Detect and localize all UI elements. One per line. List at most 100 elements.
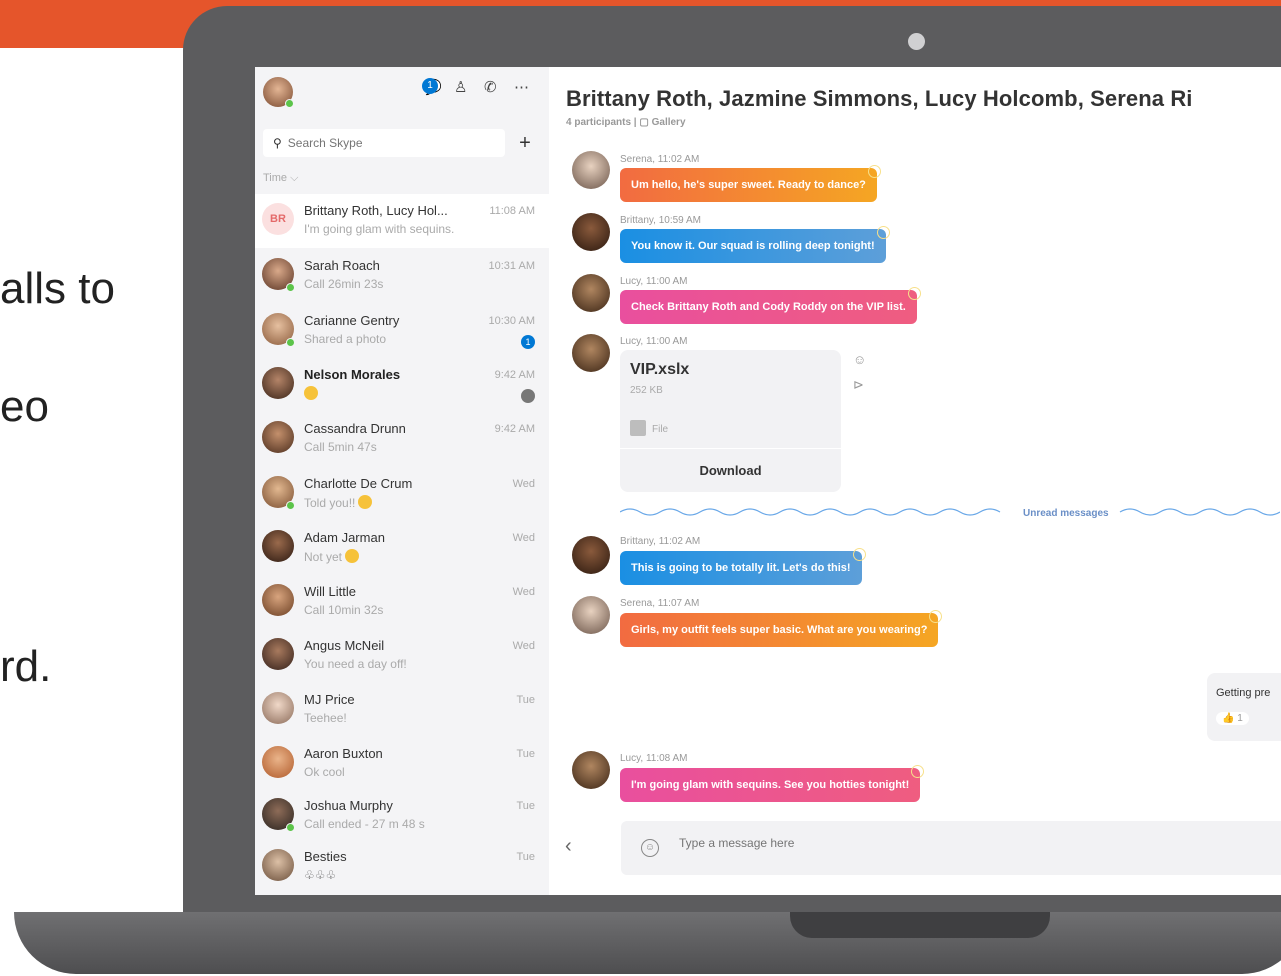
conversation-name: MJ Price — [304, 692, 355, 707]
message-meta: Serena, 11:07 AM — [620, 598, 700, 609]
message-bubble[interactable]: I'm going glam with sequins. See you hot… — [620, 765, 925, 802]
conversation-item[interactable]: MJ Price Teehee! Tue — [255, 683, 549, 737]
back-chevron-icon[interactable]: ‹ — [565, 835, 572, 858]
chat-participants[interactable]: 4 participants | ▢ Gallery — [566, 117, 686, 128]
skype-window: 💬 1 ♙ ✆ ⋯ ⚲ + Time ⌵ BR Brittany Roth, L… — [255, 67, 1281, 895]
react-emoji-icon[interactable]: ☺ — [853, 352, 866, 367]
conversation-time: Wed — [512, 478, 535, 490]
conversation-item[interactable]: Aaron Buxton Ok cool Tue — [255, 737, 549, 791]
message-text: Check Brittany Roth and Cody Roddy on th… — [631, 301, 906, 313]
message-meta: Lucy, 11:08 AM — [620, 753, 688, 764]
conversation-time: 9:42 AM — [494, 423, 535, 435]
laptop-base — [14, 912, 1281, 974]
conversation-time: Wed — [512, 586, 535, 598]
more-icon[interactable]: ⋯ — [514, 79, 529, 97]
sender-avatar — [572, 751, 610, 789]
conversation-item[interactable]: Angus McNeil You need a day off! Wed — [255, 629, 549, 683]
read-receipt-icon — [911, 765, 925, 778]
conversation-item[interactable]: Cassandra Drunn Call 5min 47s 9:42 AM — [255, 412, 549, 466]
contacts-icon[interactable]: ♙ — [454, 79, 467, 97]
conversation-item[interactable]: Adam Jarman Not yet Wed — [255, 521, 549, 575]
sort-dropdown[interactable]: Time ⌵ — [263, 172, 298, 185]
message-meta: Serena, 11:02 AM — [620, 154, 700, 165]
avatar — [262, 530, 294, 562]
conversation-name: Charlotte De Crum — [304, 476, 413, 491]
read-receipt-icon — [876, 226, 890, 239]
group-avatar: BR — [262, 203, 294, 235]
message-meta: Lucy, 11:00 AM — [620, 276, 688, 287]
message-text: I'm going glam with sequins. See you hot… — [631, 779, 910, 791]
sender-avatar — [572, 274, 610, 312]
presence-dot — [286, 283, 295, 292]
conversation-time: 11:08 AM — [489, 205, 535, 217]
conversation-name: Aaron Buxton — [304, 746, 383, 761]
compose-bar[interactable]: ☺ — [621, 821, 1281, 875]
conversation-preview: Call ended - 27 m 48 s — [304, 817, 425, 831]
conversation-preview: Teehee! — [304, 711, 347, 725]
notification-badge: 1 — [422, 78, 438, 94]
sender-avatar — [572, 151, 610, 189]
conversation-name: Besties — [304, 849, 347, 864]
message-text: Um hello, he's super sweet. Ready to dan… — [631, 179, 866, 191]
conversation-preview: Not yet — [304, 549, 360, 564]
conversation-item[interactable]: BR Brittany Roth, Lucy Hol... I'm going … — [255, 194, 549, 248]
conversation-preview: Call 10min 32s — [304, 603, 384, 617]
conversation-item[interactable]: Charlotte De Crum Told you!! Wed — [255, 467, 549, 521]
message-input[interactable] — [679, 836, 1179, 850]
emoji-icon[interactable]: ☺ — [641, 839, 659, 857]
conversation-item[interactable]: Besties ♧♧♧ Tue — [255, 840, 549, 894]
avatar — [262, 584, 294, 616]
conversation-item[interactable]: Carianne Gentry Shared a photo 10:30 AM … — [255, 304, 549, 358]
conversation-preview: I'm going glam with sequins. — [304, 222, 455, 236]
unread-divider — [620, 508, 1280, 516]
conversation-preview: Ok cool — [304, 765, 345, 779]
new-chat-button[interactable]: + — [515, 129, 535, 157]
conversation-time: 9:42 AM — [494, 369, 535, 381]
search-input[interactable] — [287, 136, 488, 150]
emoji-icon — [358, 495, 373, 509]
preview-text: Not yet — [304, 550, 343, 564]
sender-avatar — [572, 334, 610, 372]
conversation-time: Wed — [512, 532, 535, 544]
conversation-time: 10:31 AM — [488, 260, 535, 272]
avatar — [262, 746, 294, 778]
search-box[interactable]: ⚲ — [263, 129, 505, 157]
unread-badge: 1 — [521, 335, 535, 349]
download-button[interactable]: Download — [620, 450, 841, 492]
conversation-item[interactable]: Nelson Morales 9:42 AM — [255, 358, 549, 412]
message-bubble[interactable]: Girls, my outfit feels super basic. What… — [620, 610, 943, 647]
file-attachment-card[interactable]: VIP.xslx 252 KB File Download — [620, 350, 841, 492]
unread-label: Unread messages — [1015, 508, 1117, 519]
status-icon — [521, 389, 535, 403]
message-bubble[interactable]: Um hello, he's super sweet. Ready to dan… — [620, 165, 881, 202]
sender-avatar — [572, 536, 610, 574]
chat-title[interactable]: Brittany Roth, Jazmine Simmons, Lucy Hol… — [566, 86, 1193, 112]
read-receipt-icon — [867, 165, 881, 178]
calls-icon[interactable]: ✆ — [484, 79, 497, 97]
message-meta: Lucy, 11:00 AM — [620, 336, 688, 347]
chat-pane: Brittany Roth, Jazmine Simmons, Lucy Hol… — [549, 67, 1281, 895]
file-name: VIP.xslx — [630, 361, 690, 378]
forward-icon[interactable]: ⊳ — [853, 377, 864, 393]
message-bubble[interactable]: You know it. Our squad is rolling deep t… — [620, 226, 890, 263]
reaction-badge[interactable]: 👍 1 — [1216, 712, 1249, 725]
message-bubble[interactable]: This is going to be totally lit. Let's d… — [620, 548, 866, 585]
message-bubble[interactable]: Check Brittany Roth and Cody Roddy on th… — [620, 287, 921, 324]
outgoing-message-card[interactable]: Getting pre 👍 1 — [1207, 673, 1281, 741]
conversation-item[interactable]: Will Little Call 10min 32s Wed — [255, 575, 549, 629]
read-receipt-icon — [907, 287, 921, 300]
emoji-icon — [345, 549, 360, 563]
avatar — [262, 638, 294, 670]
conversation-item[interactable]: Sarah Roach Call 26min 23s 10:31 AM — [255, 249, 549, 303]
message-meta: Brittany, 10:59 AM — [620, 215, 701, 226]
conversation-item[interactable]: Joshua Murphy Call ended - 27 m 48 s Tue — [255, 789, 549, 843]
avatar — [262, 692, 294, 724]
conversation-time: Tue — [516, 800, 535, 812]
laptop-hinge — [790, 912, 1050, 938]
conversation-preview: Shared a photo — [304, 332, 387, 346]
avatar — [262, 367, 294, 399]
read-receipt-icon — [929, 610, 943, 623]
conversation-preview — [304, 386, 318, 401]
slide-text-line-2: eo — [0, 382, 49, 431]
conversation-name: Sarah Roach — [304, 258, 380, 273]
